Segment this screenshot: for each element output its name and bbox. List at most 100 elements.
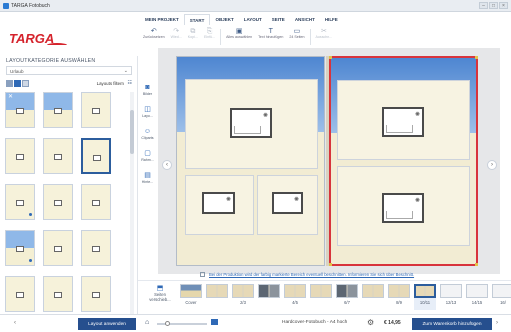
layout-thumbnail[interactable] (5, 184, 35, 220)
photo-frame[interactable]: ✺ (185, 175, 254, 235)
view-grid-icon[interactable] (14, 80, 21, 87)
page-preview (466, 284, 488, 298)
prev-page-button[interactable]: ‹ (162, 160, 172, 170)
used-indicator (29, 259, 32, 262)
minimize-icon[interactable]: – (479, 2, 488, 9)
page-thumbnail[interactable]: 2/3 (232, 284, 254, 310)
page-thumbnail[interactable] (258, 284, 280, 310)
zoom-image-icon[interactable] (211, 319, 218, 325)
photo-placeholder[interactable]: ✺ (230, 108, 272, 138)
page-thumbnail[interactable]: Cover (180, 284, 202, 310)
logo-area: TARGA (0, 12, 140, 56)
pages-button[interactable]: ▭ 24 Seiten (286, 26, 307, 39)
layout-thumbnail[interactable] (43, 138, 73, 174)
layout-thumbnail[interactable] (81, 184, 111, 220)
undo-button[interactable]: ↶ Zurücksetzen (140, 26, 168, 39)
layout-thumbnail[interactable] (5, 230, 35, 266)
page-thumbnail[interactable]: 14/15 (466, 284, 488, 310)
menu-tab-seite[interactable]: SEITE (267, 14, 290, 25)
select-all-button[interactable]: ▣ Alles auswählen (223, 26, 255, 39)
layout-thumbnail[interactable] (81, 276, 111, 312)
trim-marker (329, 263, 332, 266)
cut-button[interactable]: ✂ Ausschn... (313, 26, 336, 39)
photo-placeholder[interactable]: ✺ (382, 107, 424, 137)
settings-gear-icon[interactable]: ⚙ (367, 318, 374, 327)
page-thumbnail[interactable]: 4/5 (284, 284, 306, 310)
close-icon[interactable]: × (499, 2, 508, 9)
page-preview (206, 284, 228, 298)
layout-filter-label[interactable]: Layouts filtern (97, 81, 124, 86)
layout-thumbnail[interactable]: ✕ (5, 92, 35, 128)
page-thumbnail[interactable] (310, 284, 332, 310)
layout-thumbnail[interactable] (81, 92, 111, 128)
page-thumbnail[interactable]: 16/ (492, 284, 511, 310)
next-page-button[interactable]: › (487, 160, 497, 170)
menu-tab-objekt[interactable]: OBJEKT (210, 14, 238, 25)
toolbar-label: Ausschn... (315, 35, 333, 39)
photo-placeholder[interactable]: ✺ (272, 192, 303, 214)
left-page[interactable]: ✺ ✺ ✺ (176, 56, 325, 266)
layout-scrollbar[interactable] (130, 92, 134, 314)
page-number-label: 8/9 (396, 300, 402, 305)
apply-layout-button[interactable]: Layout anwenden (78, 318, 136, 330)
home-icon[interactable]: ⌂ (145, 319, 149, 326)
right-page[interactable]: ✺ ✺ (329, 56, 478, 266)
toolbar-label: Text hinzufügen (258, 35, 284, 39)
copy-button[interactable]: ⧉ Kopi... (185, 26, 201, 39)
maximize-icon[interactable]: □ (489, 2, 498, 9)
side-tool-cliparts[interactable]: ☺ Cliparts (139, 128, 156, 150)
menu-tab-ansicht[interactable]: ANSICHT (290, 14, 320, 25)
layout-thumbnail[interactable] (43, 92, 73, 128)
side-tool-background[interactable]: ▤ Hinte... (139, 172, 156, 194)
view-large-icon[interactable] (6, 80, 13, 87)
mountain-icon (386, 211, 413, 219)
view-toggle-row: Layouts filtern ☷ (6, 79, 132, 88)
menu-tab-hilfe[interactable]: HILFE (320, 14, 343, 25)
collapse-right-icon[interactable]: › (496, 320, 498, 326)
layout-thumbnail[interactable] (5, 276, 35, 312)
layout-thumbnail[interactable] (43, 184, 73, 220)
zoom-slider[interactable] (157, 321, 207, 326)
photo-placeholder[interactable]: ✺ (202, 192, 235, 214)
photo-placeholder[interactable]: ✺ (382, 193, 424, 223)
layout-thumbnail[interactable] (81, 230, 111, 266)
layout-thumbnail[interactable] (5, 138, 35, 174)
scrollbar-thumb[interactable] (130, 110, 134, 154)
notice-checkbox[interactable] (200, 272, 205, 278)
redo-button[interactable]: ↷ Wied... (168, 26, 185, 39)
zoom-slider-knob[interactable] (165, 321, 170, 326)
notice-text[interactable]: Bei der Produktion wird der farbig marki… (209, 272, 414, 277)
side-tool-layout[interactable]: ◫ Layo... (139, 106, 156, 128)
toolbar-label: Wied... (170, 35, 182, 39)
menu-tab-mein-projekt[interactable]: MEIN PROJEKT (140, 14, 184, 25)
window-controls: – □ × (479, 2, 508, 9)
move-pages-button[interactable]: ⬒ Seiten verschieb... (146, 284, 174, 302)
page-thumbnail[interactable]: 12/13 (440, 284, 462, 310)
side-tool-label: Hinte... (141, 180, 154, 184)
add-text-button[interactable]: T Text hinzufügen (255, 26, 286, 39)
layout-thumbnail[interactable] (43, 276, 73, 312)
remove-icon[interactable]: ✕ (8, 93, 13, 100)
side-tool-frame[interactable]: ▢ Rahm... (139, 150, 156, 172)
layout-thumbnail[interactable] (81, 138, 111, 174)
category-dropdown[interactable]: Urlaub ⌄ (6, 66, 132, 75)
page-thumbnail[interactable]: 6/7 (336, 284, 358, 310)
page-thumbnail[interactable]: 8/9 (388, 284, 410, 310)
photo-frame[interactable]: ✺ (185, 79, 318, 169)
collapse-left-icon[interactable]: ‹ (14, 320, 16, 326)
add-to-cart-button[interactable]: Zum Warenkorb hinzufügen (412, 318, 492, 330)
editor-canvas: ‹ › ✺ ✺ ✺ ✺ ✺ (158, 48, 500, 274)
page-thumbnail[interactable] (362, 284, 384, 310)
photo-frame[interactable]: ✺ (337, 80, 470, 160)
menu-tab-start[interactable]: START (183, 14, 211, 25)
filter-icon[interactable]: ☷ (128, 80, 132, 86)
menu-tab-layout[interactable]: LAYOUT (239, 14, 267, 25)
page-thumbnail[interactable]: 10/11 (414, 284, 436, 310)
paste-button[interactable]: ⎘ Einfü... (201, 26, 218, 39)
photo-frame[interactable]: ✺ (257, 175, 318, 235)
page-thumbnail[interactable] (206, 284, 228, 310)
layout-thumbnail[interactable] (43, 230, 73, 266)
side-tool-camera[interactable]: ◙ Bilder (139, 84, 156, 106)
view-list-icon[interactable] (22, 80, 29, 87)
photo-frame[interactable]: ✺ (337, 166, 470, 246)
